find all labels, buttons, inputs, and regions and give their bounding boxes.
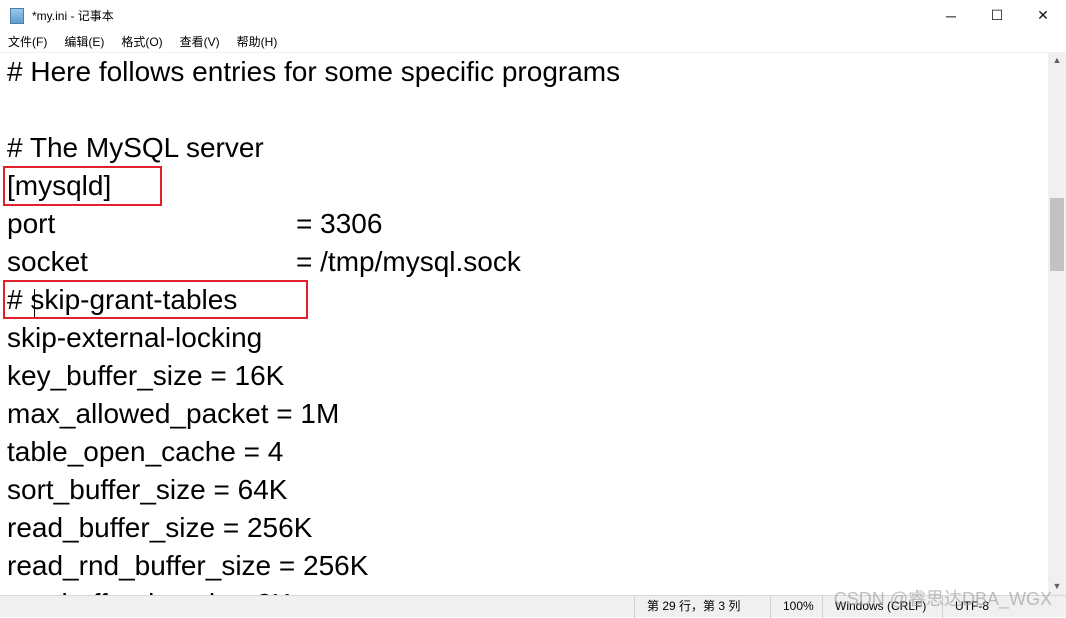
maximize-button[interactable]: ☐ <box>974 0 1020 31</box>
menu-help[interactable]: 帮助(H) <box>237 33 278 50</box>
vertical-scrollbar[interactable]: ▲ ▼ <box>1048 52 1066 595</box>
line-text: read_rnd_buffer_size = 256K <box>7 550 369 581</box>
text-editor[interactable]: net_buffer_length = 2K read_rnd_buffer_si… <box>0 52 1048 595</box>
cursor-position: 第 29 行，第 3 列 <box>634 596 764 618</box>
line-text: key_buffer_size = 16K <box>7 360 285 391</box>
highlight-box-mysqld <box>3 166 162 206</box>
zoom-level: 100% <box>770 596 822 618</box>
line-text: max_allowed_packet = 1M <box>7 398 340 429</box>
text-line: socket = /tmp/mysql.sock <box>7 243 521 281</box>
text-line: # The MySQL server <box>7 129 264 167</box>
scroll-up-arrow-icon[interactable]: ▲ <box>1048 52 1066 69</box>
watermark: CSDN @睿思达DBA_WGX <box>833 589 1052 609</box>
line-value: = 3306 <box>296 208 383 239</box>
window-title: *my.ini - 记事本 <box>32 9 114 23</box>
text-line: read_buffer_size = 256K <box>7 509 312 547</box>
close-button[interactable]: ✕ <box>1020 0 1066 31</box>
line-text: sort_buffer_size = 64K <box>7 474 288 505</box>
line-value: = /tmp/mysql.sock <box>296 246 521 277</box>
scrollbar-thumb[interactable] <box>1050 198 1064 271</box>
text-line: table_open_cache = 4 <box>7 433 283 471</box>
line-text: read_buffer_size = 256K <box>7 512 313 543</box>
line-text: net_buffer_length = 2K <box>7 588 291 595</box>
highlight-box-skip-grant-tables <box>3 280 308 319</box>
line-text: port <box>7 208 56 239</box>
text-line: sort_buffer_size = 64K <box>7 471 287 509</box>
line-text: skip-external-locking <box>7 322 263 353</box>
text-line: port = 3306 <box>7 205 382 243</box>
line-text: table_open_cache = 4 <box>7 436 284 467</box>
line-text: # The MySQL server <box>7 132 264 163</box>
line-text: socket <box>7 246 88 277</box>
menu-file[interactable]: 文件(F) <box>8 33 47 50</box>
text-line: net_buffer_length = 2K <box>7 585 291 595</box>
notepad-icon <box>10 7 24 24</box>
title-bar: *my.ini - 记事本 ─ ☐ ✕ <box>0 0 1066 31</box>
text-line: max_allowed_packet = 1M <box>7 395 339 433</box>
text-line: # Here follows entries for some specific… <box>7 53 620 91</box>
text-line: read_rnd_buffer_size = 256K <box>7 547 368 585</box>
text-line: skip-external-locking <box>7 319 262 357</box>
text-line: key_buffer_size = 16K <box>7 357 284 395</box>
menu-bar: 文件(F) 编辑(E) 格式(O) 查看(V) 帮助(H) <box>0 31 1066 51</box>
text-caret <box>34 289 35 317</box>
minimize-button[interactable]: ─ <box>928 0 974 31</box>
menu-edit[interactable]: 编辑(E) <box>64 33 104 50</box>
menu-format[interactable]: 格式(O) <box>121 33 162 50</box>
menu-view[interactable]: 查看(V) <box>180 33 220 50</box>
line-text: # Here follows entries for some specific… <box>7 56 621 87</box>
